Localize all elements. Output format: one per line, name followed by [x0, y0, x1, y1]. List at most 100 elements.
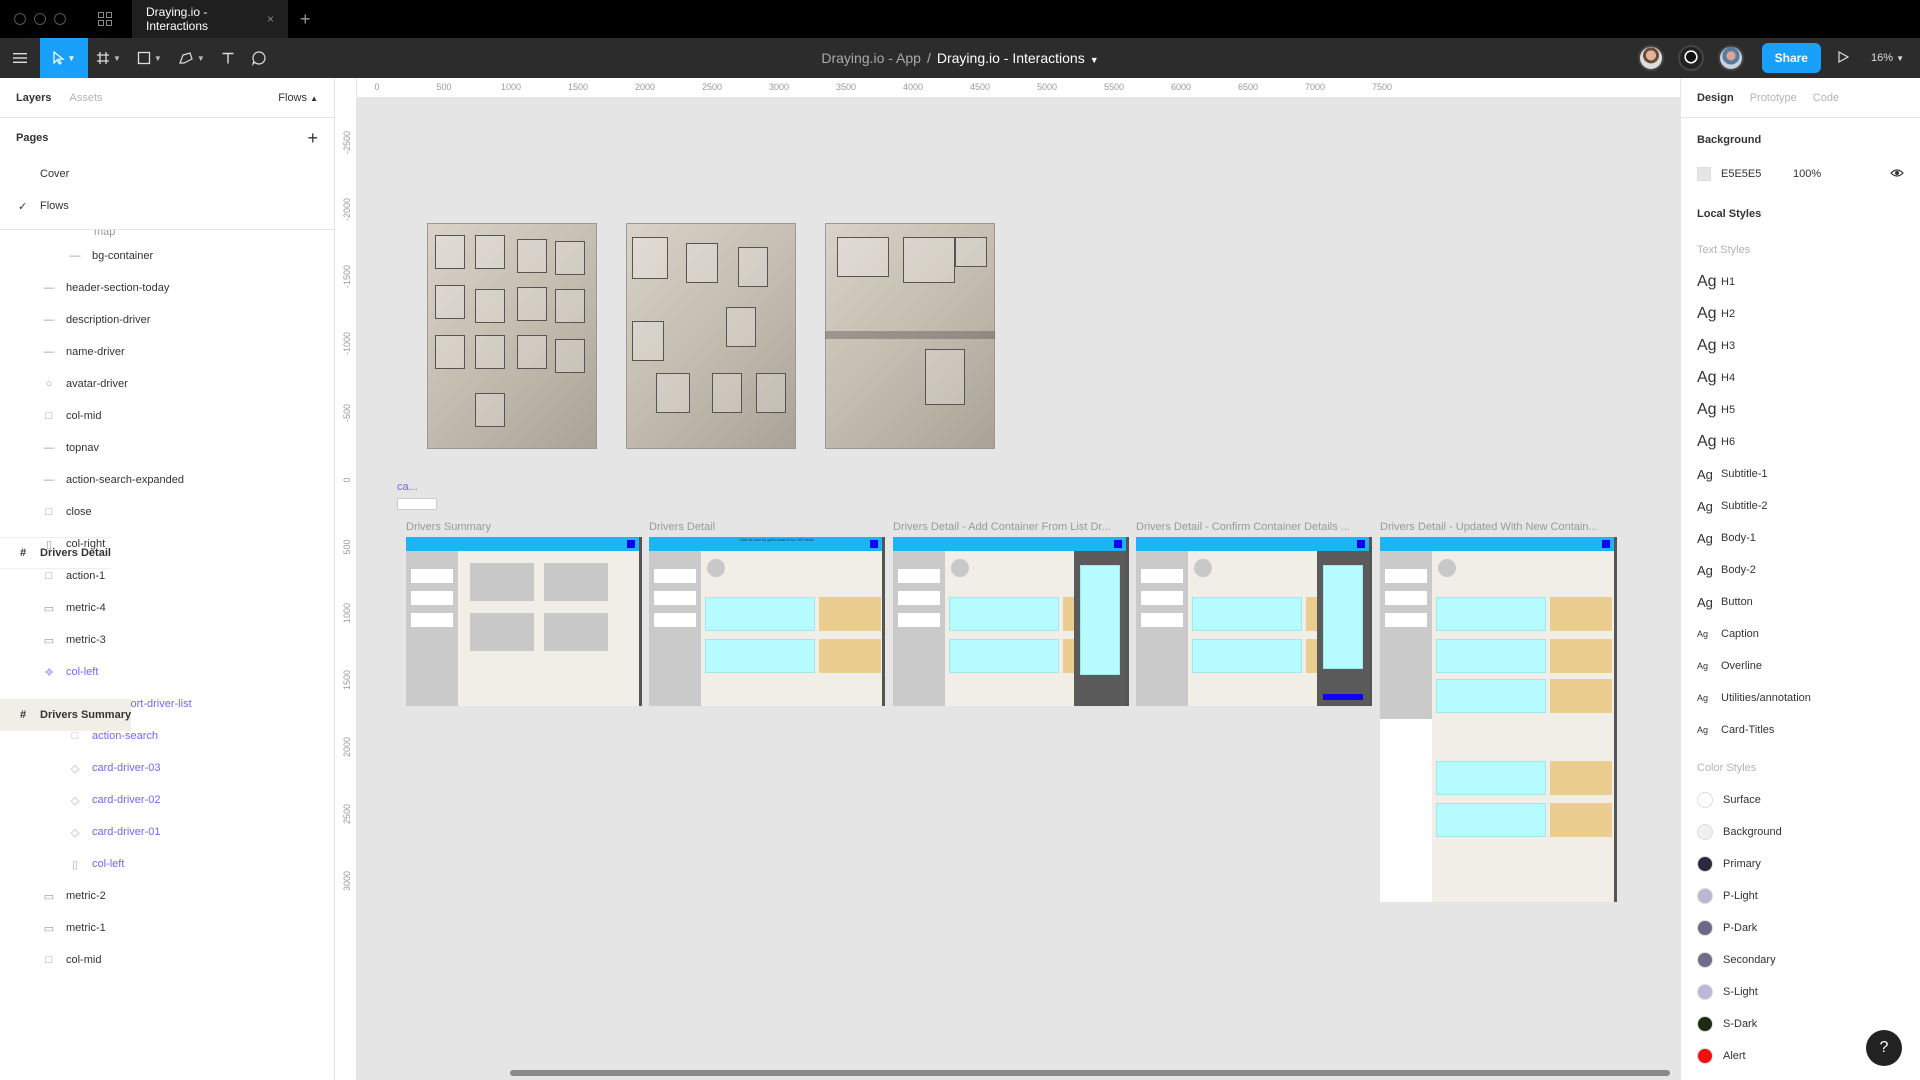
layer-item[interactable]: — topnav	[0, 432, 334, 464]
avatar[interactable]	[1637, 45, 1664, 71]
layer-item[interactable]: ▭ metric-2	[0, 880, 334, 912]
zoom-dropdown[interactable]: 16% ▼	[1871, 52, 1904, 64]
tab-code[interactable]: Code	[1813, 92, 1839, 104]
layer-item[interactable]: ◇ card-driver-02	[0, 784, 334, 816]
tab-design[interactable]: Design	[1697, 92, 1734, 104]
layer-item[interactable]: ◇ card-driver-03	[0, 752, 334, 784]
text-style-item[interactable]: Ag Card-Titles	[1697, 714, 1904, 746]
color-style-item[interactable]: P-Dark	[1697, 912, 1904, 944]
text-style-item[interactable]: Ag Overline	[1697, 650, 1904, 682]
move-tool-button[interactable]: ▼	[40, 38, 88, 78]
frame-1[interactable]	[406, 537, 642, 706]
text-style-item[interactable]: Ag H2	[1697, 298, 1904, 330]
home-grid-icon[interactable]	[98, 12, 112, 26]
background-hex[interactable]: E5E5E5	[1721, 168, 1793, 180]
layer-item[interactable]: — header-section-today	[0, 272, 334, 304]
color-style-item[interactable]: P-Light	[1697, 880, 1904, 912]
close-tab-icon[interactable]: ×	[267, 12, 274, 26]
tab-assets[interactable]: Assets	[69, 92, 102, 104]
layer-item[interactable]: ◇ card-driver-01	[0, 816, 334, 848]
present-play-icon[interactable]	[1837, 50, 1850, 66]
color-style-item[interactable]: Background	[1697, 816, 1904, 848]
text-style-item[interactable]: Ag H5	[1697, 394, 1904, 426]
layer-item[interactable]: ▭ metric-1	[0, 912, 334, 944]
layer-item[interactable]: ❖ col-left	[0, 656, 334, 688]
main-menu-button[interactable]	[0, 38, 40, 78]
layer-item[interactable]: □ action-1	[0, 560, 334, 592]
page-selector-label: Flows	[278, 91, 308, 104]
comment-tool-button[interactable]	[243, 38, 275, 78]
layer-item[interactable]: — action-search-expanded	[0, 464, 334, 496]
layer-item[interactable]: ▯ col-right	[0, 528, 334, 560]
sketch-photo-2[interactable]	[626, 223, 796, 449]
text-tool-button[interactable]	[213, 38, 243, 78]
help-button[interactable]: ?	[1866, 1030, 1902, 1066]
text-style-item[interactable]: Ag H3	[1697, 330, 1904, 362]
breadcrumb-file[interactable]: Draying.io - Interactions	[937, 50, 1085, 66]
maximize-window-dot[interactable]	[54, 13, 66, 25]
canvas[interactable]: 0 500 1000 1500 2000 2500 3000 3500 4000 4500 5000…	[335, 78, 1680, 1080]
layer-item[interactable]: □ col-mid	[0, 400, 334, 432]
layer-item[interactable]: ▯ col-left	[0, 848, 334, 880]
color-style-item[interactable]: Surface	[1697, 784, 1904, 816]
layer-item[interactable]: — name-driver	[0, 336, 334, 368]
text-style-item[interactable]: Ag Body-2	[1697, 554, 1904, 586]
share-button[interactable]: Share	[1761, 43, 1821, 73]
horizontal-scrollbar[interactable]	[510, 1070, 1670, 1076]
breadcrumb-project[interactable]: Draying.io - App	[821, 50, 921, 66]
frame-tool-button[interactable]: ▼	[88, 38, 129, 78]
layer-item[interactable]: ▭ metric-3	[0, 624, 334, 656]
sketch-photo-1[interactable]	[427, 223, 597, 449]
text-style-item[interactable]: Ag Caption	[1697, 618, 1904, 650]
close-window-dot[interactable]	[14, 13, 26, 25]
text-style-item[interactable]: Ag Utilities/annotation	[1697, 682, 1904, 714]
color-style-item[interactable]: S-Light	[1697, 976, 1904, 1008]
shape-tool-button[interactable]: ▼	[129, 38, 170, 78]
add-page-icon[interactable]: +	[307, 128, 318, 149]
frame-4[interactable]	[1136, 537, 1372, 706]
avatar[interactable]	[1717, 45, 1744, 71]
ruler-tick-label: 1000	[500, 82, 522, 92]
text-style-item[interactable]: Ag H6	[1697, 426, 1904, 458]
text-style-item[interactable]: Ag Body-1	[1697, 522, 1904, 554]
avatar[interactable]	[1677, 45, 1704, 71]
frame-title-label[interactable]: Drivers Detail - Add Container From List…	[893, 521, 1129, 533]
text-style-item[interactable]: Ag Subtitle-2	[1697, 490, 1904, 522]
layer-item[interactable]: # Drivers Summary	[0, 699, 132, 731]
tab-prototype[interactable]: Prototype	[1750, 92, 1797, 104]
layer-item[interactable]: □ col-mid	[0, 944, 334, 976]
frame-3[interactable]	[893, 537, 1129, 706]
text-style-item[interactable]: Ag H4	[1697, 362, 1904, 394]
layer-item[interactable]: — description-driver	[0, 304, 334, 336]
text-style-item[interactable]: Ag Button	[1697, 586, 1904, 618]
layer-item[interactable]: ○ avatar-driver	[0, 368, 334, 400]
page-item[interactable]: Cover	[0, 158, 334, 190]
chevron-down-icon[interactable]: ▼	[1090, 55, 1099, 65]
color-style-item[interactable]: Primary	[1697, 848, 1904, 880]
component-thumb[interactable]	[397, 498, 437, 510]
document-tab[interactable]: Draying.io - Interactions ×	[132, 0, 288, 38]
pen-tool-button[interactable]: ▼	[170, 38, 213, 78]
text-style-item[interactable]: Ag Subtitle-1	[1697, 458, 1904, 490]
frame-5[interactable]	[1380, 537, 1617, 902]
color-style-item[interactable]: Secondary	[1697, 944, 1904, 976]
background-swatch[interactable]	[1697, 167, 1711, 181]
frame-2[interactable]: Click to load by given search for 100 it…	[649, 537, 885, 706]
layer-item[interactable]: — bg-container	[0, 240, 334, 272]
eye-icon[interactable]	[1890, 167, 1904, 181]
component-label[interactable]: ca...	[397, 481, 418, 493]
sketch-photo-3[interactable]	[825, 223, 995, 449]
frame-title-label[interactable]: Drivers Summary	[406, 521, 642, 533]
page-selector[interactable]: Flows ▲	[278, 92, 318, 104]
new-tab-button[interactable]: +	[300, 9, 311, 30]
frame-title-label[interactable]: Drivers Detail - Confirm Container Detai…	[1136, 521, 1372, 533]
text-style-item[interactable]: Ag H1	[1697, 266, 1904, 298]
frame-title-label[interactable]: Drivers Detail	[649, 521, 885, 533]
minimize-window-dot[interactable]	[34, 13, 46, 25]
layer-item[interactable]: □ close	[0, 496, 334, 528]
tab-layers[interactable]: Layers	[16, 92, 51, 104]
background-opacity[interactable]: 100%	[1793, 168, 1821, 180]
page-item[interactable]: ✓ Flows	[0, 190, 334, 222]
frame-title-label[interactable]: Drivers Detail - Updated With New Contai…	[1380, 521, 1620, 533]
layer-item[interactable]: ▭ metric-4	[0, 592, 334, 624]
